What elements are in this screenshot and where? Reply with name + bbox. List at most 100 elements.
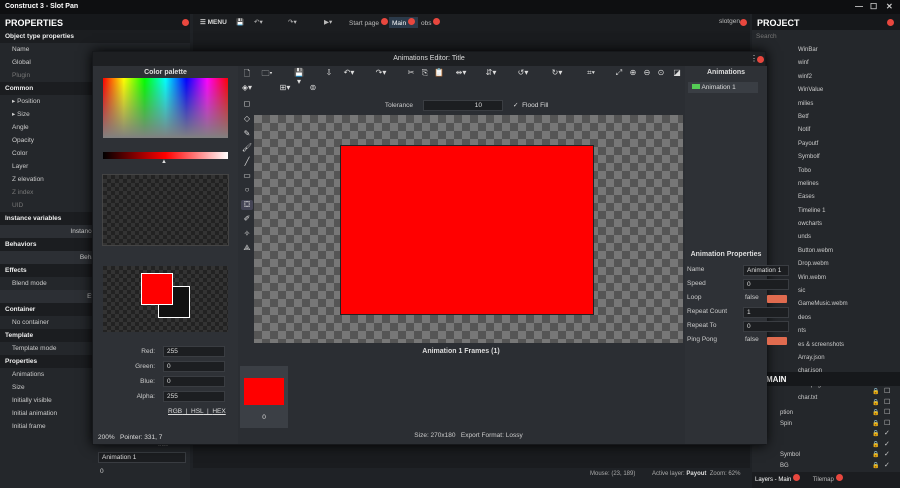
toggle-switch[interactable] — [767, 337, 787, 345]
project-item[interactable]: Symbolf — [752, 151, 900, 164]
shade-slider-handle[interactable]: ▲ — [161, 159, 167, 165]
project-item[interactable]: WinValue — [752, 84, 900, 97]
tolerance-input[interactable]: 10 — [423, 100, 503, 111]
project-item[interactable]: milies — [752, 98, 900, 111]
flip-vertical-icon[interactable]: ⇵▾ — [485, 68, 497, 77]
undo-icon[interactable]: ↶▾ — [251, 17, 266, 27]
minimize-icon[interactable]: — — [855, 2, 863, 11]
project-item[interactable]: Eases — [752, 191, 900, 204]
line-tool-icon[interactable]: ╱ — [241, 157, 253, 166]
toggle-panel-icon[interactable]: ◪ — [671, 68, 683, 77]
polygon-tool-icon[interactable]: ⟁ — [241, 243, 253, 253]
project-search-input[interactable]: Search — [752, 30, 900, 44]
grid-icon[interactable]: ⊞▾ — [279, 83, 291, 92]
close-icon[interactable] — [757, 56, 764, 63]
rotate-right-icon[interactable]: ↻▾ — [551, 68, 563, 77]
anim-prop-input[interactable]: 0 — [743, 279, 789, 290]
project-item[interactable]: melines — [752, 178, 900, 191]
undo-icon[interactable]: ↶▾ — [343, 68, 355, 77]
project-item[interactable]: unds — [752, 231, 900, 244]
tab-obs[interactable]: obs — [418, 17, 443, 28]
copy-icon[interactable]: ⎘ — [419, 68, 431, 78]
mode-hsl[interactable]: HSL — [191, 408, 203, 415]
toggle-switch[interactable] — [767, 295, 787, 303]
initial-animation-select[interactable]: Animation 1 — [98, 452, 186, 463]
project-item[interactable]: Timeline 1 — [752, 205, 900, 218]
pencil-tool-icon[interactable]: ✎ — [241, 129, 253, 138]
project-item[interactable]: Array.json — [752, 352, 900, 365]
project-item[interactable]: WinBar — [752, 44, 900, 57]
redo-icon[interactable]: ↷▾ — [285, 17, 300, 27]
lock-icon[interactable]: 🔒 — [872, 408, 879, 418]
color-swatches[interactable] — [102, 174, 229, 246]
initial-frame-value[interactable]: 0 — [100, 468, 104, 475]
play-icon[interactable]: ▶▾ — [321, 17, 335, 27]
preview-icon[interactable]: ⊚ — [307, 83, 319, 92]
lock-icon[interactable]: 🔒 — [872, 387, 879, 397]
flip-horizontal-icon[interactable]: ⇹▾ — [455, 68, 467, 77]
anim-prop-toggle[interactable]: false — [745, 336, 791, 345]
visibility-checkbox[interactable]: ☐ — [884, 408, 890, 418]
anim-prop-input[interactable]: 1 — [743, 307, 789, 318]
anim-prop-toggle[interactable]: false — [745, 294, 791, 303]
eraser-tool-icon[interactable]: ◇ — [241, 114, 253, 123]
layer-row[interactable]: Symbol 🔒 ✓ — [752, 450, 900, 461]
zoom-fit-icon[interactable]: ⊙ — [655, 68, 667, 77]
project-item[interactable]: winf — [752, 57, 900, 70]
user-name[interactable]: slotgen — [716, 17, 743, 26]
visibility-checkbox[interactable]: ☐ — [884, 419, 890, 429]
tab-start-page[interactable]: Start page — [346, 17, 391, 28]
color-picker-icon[interactable]: ✐ — [241, 214, 253, 223]
image-content[interactable] — [340, 145, 594, 315]
layer-row[interactable]: ption 🔒 ☐ — [752, 408, 900, 419]
new-icon[interactable]: 🗋 — [241, 68, 253, 82]
rectangle-tool-icon[interactable]: ▭ — [241, 171, 253, 180]
tab-tilemap[interactable]: Tilemap — [805, 474, 851, 483]
fill-tool-icon[interactable]: ⛋ — [241, 200, 253, 210]
alpha-input[interactable]: 255 — [163, 391, 225, 402]
project-item[interactable]: Tobo — [752, 165, 900, 178]
paste-icon[interactable]: 📋 — [433, 68, 445, 77]
layers-icon[interactable]: ◈▾ — [241, 83, 253, 92]
visibility-checkbox[interactable]: ☐ — [884, 398, 890, 408]
visibility-checkbox[interactable]: ☐ — [884, 387, 890, 397]
layer-row[interactable]: BG 🔒 ✓ — [752, 461, 900, 472]
mode-rgb[interactable]: RGB — [168, 408, 182, 415]
close-icon[interactable] — [740, 19, 747, 26]
layer-row[interactable]: 🔒 ☐ — [752, 387, 900, 398]
frame-thumbnail[interactable]: 0 — [240, 366, 288, 428]
select-tool-icon[interactable]: ◻ — [241, 99, 253, 108]
save-icon[interactable]: 💾 — [233, 17, 247, 27]
brush-tool-icon[interactable]: 🖌 — [241, 143, 253, 152]
visibility-checkbox[interactable]: ✓ — [884, 440, 890, 450]
open-icon[interactable]: 🗀▾ — [261, 68, 273, 82]
rotate-left-icon[interactable]: ↺▾ — [517, 68, 529, 77]
shade-slider[interactable] — [103, 152, 228, 159]
menu-button[interactable]: ☰ MENU — [197, 17, 230, 27]
zoom-out-icon[interactable]: ⊖ — [641, 68, 653, 77]
import-icon[interactable]: ⇩ — [323, 68, 335, 77]
lock-icon[interactable]: 🔒 — [872, 461, 879, 471]
visibility-checkbox[interactable]: ✓ — [884, 461, 890, 471]
red-input[interactable]: 255 — [163, 346, 225, 357]
anim-prop-input[interactable]: 0 — [743, 321, 789, 332]
tab-main[interactable]: Main — [389, 17, 418, 28]
layer-row[interactable]: 🔒 ☐ — [752, 398, 900, 409]
ellipse-tool-icon[interactable]: ○ — [241, 185, 253, 194]
project-item[interactable]: Betf — [752, 111, 900, 124]
save-icon[interactable]: 💾▾ — [293, 68, 305, 86]
project-item[interactable]: Payoutf — [752, 138, 900, 151]
close-icon[interactable] — [182, 19, 189, 26]
visibility-checkbox[interactable]: ✓ — [884, 450, 890, 460]
lock-icon[interactable]: 🔒 — [872, 429, 879, 439]
mode-hex[interactable]: HEX — [212, 408, 225, 415]
tab-layers[interactable]: Layers - Main — [752, 474, 803, 483]
layer-row[interactable]: Spin 🔒 ☐ — [752, 419, 900, 430]
lock-icon[interactable]: 🔒 — [872, 419, 879, 429]
lock-icon[interactable]: 🔒 — [872, 440, 879, 450]
layer-row[interactable]: 🔒 ✓ — [752, 440, 900, 451]
flood-fill-checkbox[interactable]: ✓ Flood Fill — [513, 101, 548, 109]
green-input[interactable]: 0 — [163, 361, 225, 372]
cut-icon[interactable]: ✂ — [405, 68, 417, 77]
color-spectrum[interactable] — [103, 78, 228, 138]
